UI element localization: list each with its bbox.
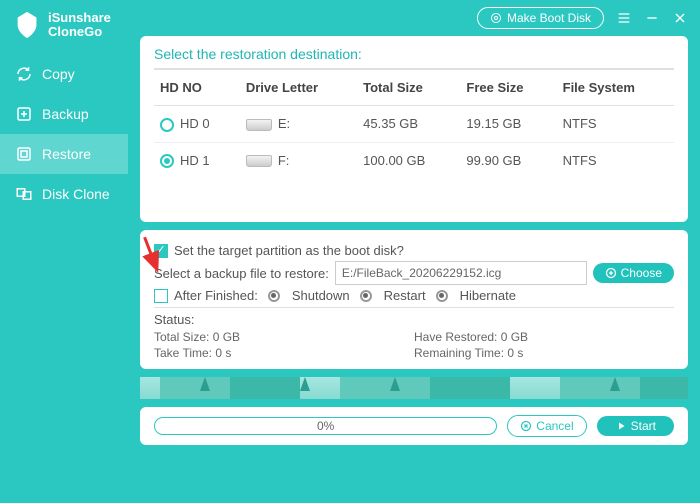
backup-icon	[14, 104, 34, 124]
cancel-label: Cancel	[536, 419, 573, 433]
landscape-decoration	[140, 377, 688, 399]
plus-icon	[605, 267, 617, 279]
bottom-bar: 0% Cancel Start	[140, 407, 688, 445]
restore-icon	[14, 144, 34, 164]
table-row[interactable]: HD 0 E: 45.35 GB 19.15 GB NTFS	[154, 106, 674, 143]
copy-icon	[14, 64, 34, 84]
drive-icon	[246, 119, 272, 131]
col-free: Free Size	[460, 70, 556, 106]
sidebar-item-copy[interactable]: Copy	[0, 54, 128, 94]
cell-total: 45.35 GB	[357, 106, 460, 143]
progress-text: 0%	[317, 419, 334, 433]
start-label: Start	[631, 419, 656, 433]
restart-label: Restart	[384, 288, 426, 303]
col-hdno: HD NO	[154, 70, 240, 106]
after-finished-label: After Finished:	[174, 288, 258, 303]
drive-icon	[246, 155, 272, 167]
main: Select the restoration destination: HD N…	[128, 0, 700, 503]
sidebar-item-label: Restore	[42, 146, 91, 162]
sidebar-item-label: Backup	[42, 106, 89, 122]
cell-free: 19.15 GB	[460, 106, 556, 143]
destination-panel: Select the restoration destination: HD N…	[140, 36, 688, 222]
after-finished-checkbox[interactable]	[154, 289, 168, 303]
shutdown-label: Shutdown	[292, 288, 350, 303]
sidebar: iSunshare CloneGo Copy Backup Restore Di…	[0, 0, 128, 503]
cancel-icon	[520, 420, 532, 432]
shutdown-radio[interactable]	[268, 290, 280, 302]
cell-fs: NTFS	[557, 142, 674, 178]
select-radio[interactable]	[160, 154, 174, 168]
table-row[interactable]: HD 1 F: 100.00 GB 99.90 GB NTFS	[154, 142, 674, 178]
brand-icon	[12, 10, 42, 40]
destination-table: HD NO Drive Letter Total Size Free Size …	[154, 70, 674, 178]
cell-letter: F:	[278, 153, 290, 168]
sidebar-item-disk-clone[interactable]: Disk Clone	[0, 174, 128, 214]
brand-text: iSunshare CloneGo	[48, 11, 111, 40]
status-total: Total Size: 0 GB	[154, 329, 414, 345]
choose-button[interactable]: Choose	[593, 263, 674, 283]
progress-bar: 0%	[154, 417, 497, 435]
hibernate-radio[interactable]	[436, 290, 448, 302]
start-button[interactable]: Start	[597, 416, 674, 436]
status-label: Status:	[154, 312, 674, 327]
backup-file-input[interactable]	[335, 261, 587, 285]
sidebar-item-label: Copy	[42, 66, 75, 82]
choose-label: Choose	[621, 266, 662, 280]
brand-line2: CloneGo	[48, 25, 111, 39]
boot-disk-label: Set the target partition as the boot dis…	[174, 243, 404, 258]
select-radio[interactable]	[160, 118, 174, 132]
select-backup-label: Select a backup file to restore:	[154, 266, 329, 281]
panel-title: Select the restoration destination:	[154, 46, 674, 70]
options-panel: Set the target partition as the boot dis…	[140, 230, 688, 369]
sidebar-item-label: Disk Clone	[42, 186, 110, 202]
status-remain: Remaining Time: 0 s	[414, 345, 674, 361]
cell-free: 99.90 GB	[460, 142, 556, 178]
status-have: Have Restored: 0 GB	[414, 329, 674, 345]
status-grid: Total Size: 0 GB Have Restored: 0 GB Tak…	[154, 329, 674, 361]
cancel-button[interactable]: Cancel	[507, 415, 586, 437]
cell-hd: HD 1	[180, 153, 210, 168]
cell-letter: E:	[278, 116, 290, 131]
col-letter: Drive Letter	[240, 70, 357, 106]
hibernate-label: Hibernate	[460, 288, 516, 303]
play-icon	[615, 420, 627, 432]
cell-hd: HD 0	[180, 116, 210, 131]
col-fs: File System	[557, 70, 674, 106]
cell-fs: NTFS	[557, 106, 674, 143]
sidebar-item-backup[interactable]: Backup	[0, 94, 128, 134]
restart-radio[interactable]	[360, 290, 372, 302]
brand: iSunshare CloneGo	[0, 0, 128, 54]
sidebar-item-restore[interactable]: Restore	[0, 134, 128, 174]
status-take: Take Time: 0 s	[154, 345, 414, 361]
cell-total: 100.00 GB	[357, 142, 460, 178]
col-total: Total Size	[357, 70, 460, 106]
separator	[154, 307, 674, 308]
brand-line1: iSunshare	[48, 11, 111, 25]
disk-clone-icon	[14, 184, 34, 204]
